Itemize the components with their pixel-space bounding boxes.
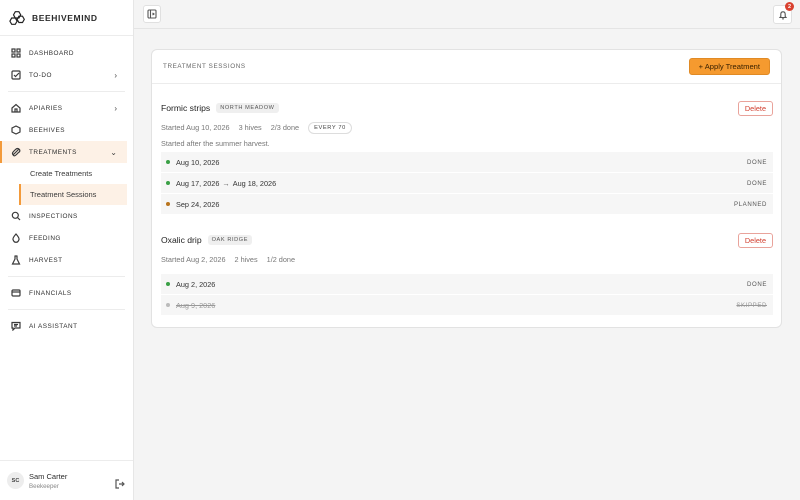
card-icon — [11, 288, 21, 298]
frequency-pill: EVERY 70 — [308, 121, 352, 134]
sidebar-item-label: INSPECTIONS — [29, 212, 78, 220]
sidebar-item-label: BEEHIVES — [29, 126, 65, 134]
sidebar-item-label: HARVEST — [29, 256, 63, 264]
sidebar-item-label: APIARIES — [29, 104, 63, 112]
avatar[interactable]: SC — [7, 472, 24, 489]
session-name: Oxalic drip — [161, 235, 202, 245]
brand-name: BEEHIVEMIND — [32, 12, 98, 23]
sidebar-toggle-icon — [147, 9, 157, 19]
card-title: TREATMENT SESSIONS — [163, 63, 246, 70]
row-status: DONE — [746, 158, 767, 166]
session-progress: 2/3 done — [270, 123, 300, 132]
chevron-right-icon: › — [114, 70, 117, 80]
session-note: Started after the summer harvest. — [161, 139, 270, 148]
session-row[interactable]: Aug 17, 2026 → Aug 18, 2026 DONE — [161, 173, 773, 193]
bell-icon — [778, 10, 787, 19]
row-status: DONE — [746, 280, 767, 288]
user-name: Sam Carter — [29, 471, 68, 481]
row-status: SKIPPED — [736, 301, 767, 309]
topbar: 2 — [134, 0, 800, 29]
session-name: Formic strips — [161, 103, 211, 113]
session-started: Started Aug 10, 2026 — [161, 123, 230, 132]
row-date: Sep 24, 2026 — [176, 199, 220, 209]
divider — [8, 91, 125, 92]
location-chip: OAK RIDGE — [207, 235, 253, 245]
row-status: DONE — [746, 179, 767, 187]
brand[interactable]: BEEHIVEMIND — [0, 0, 133, 36]
session-hives: 3 hives — [238, 123, 262, 132]
status-dot — [166, 160, 170, 164]
logout-icon[interactable] — [115, 476, 125, 489]
sidebar-item-feeding[interactable]: FEEDING — [0, 227, 127, 249]
checkbox-icon — [11, 70, 21, 80]
sidebar-item-label: TREATMENTS — [29, 148, 77, 156]
sidebar-subitem-treatment-sessions[interactable]: Treatment Sessions — [19, 184, 127, 205]
notification-badge: 2 — [785, 2, 794, 11]
sidebar-item-financials[interactable]: FINANCIALS — [0, 282, 127, 304]
session-progress: 1/2 done — [266, 255, 296, 264]
row-date: Aug 2, 2026 — [176, 279, 216, 289]
session-hives: 2 hives — [234, 255, 258, 264]
divider — [8, 309, 125, 310]
row-date-range: Aug 17, 2026 → Aug 18, 2026 — [176, 179, 747, 188]
chevron-right-icon: › — [114, 103, 117, 113]
sidebar-item-label: AI ASSISTANT — [29, 322, 78, 330]
pill-icon — [11, 147, 21, 157]
user-role: Beekeeper — [29, 482, 59, 490]
status-dot — [166, 202, 170, 206]
row-status: PLANNED — [734, 200, 767, 208]
sidebar-item-label: TO-DO — [29, 71, 52, 79]
arrow-right-icon: → — [222, 178, 230, 188]
delete-session-button[interactable]: Delete — [737, 232, 773, 248]
session-rows: Aug 2, 2026 DONE Aug 9, 2026 SKIPPED — [161, 274, 773, 315]
grid-icon — [11, 48, 21, 58]
status-dot — [166, 282, 170, 286]
divider — [8, 276, 125, 277]
session-row[interactable]: Aug 9, 2026 SKIPPED — [161, 295, 773, 315]
apply-treatment-button[interactable]: + Apply Treatment — [688, 58, 770, 75]
sidebar-item-label: FINANCIALS — [29, 289, 72, 297]
house-icon — [11, 103, 21, 113]
hexagon-icon — [11, 125, 21, 135]
sidebar-toggle-button[interactable] — [143, 5, 161, 23]
sidebar-item-harvest[interactable]: HARVEST — [0, 249, 127, 271]
status-dot — [166, 303, 170, 307]
search-icon — [11, 211, 21, 221]
chevron-down-icon: ⌄ — [110, 147, 117, 157]
location-chip: NORTH MEADOW — [216, 103, 279, 113]
treatment-sessions-card: TREATMENT SESSIONS + Apply Treatment For… — [151, 49, 782, 328]
sidebar-item-label: DASHBOARD — [29, 49, 74, 57]
session-row[interactable]: Sep 24, 2026 PLANNED — [161, 194, 773, 214]
flask-icon — [11, 255, 21, 265]
session-started: Started Aug 2, 2026 — [161, 255, 226, 264]
session-card: Oxalic drip OAK RIDGE Delete Started Aug… — [161, 232, 773, 316]
sidebar-item-todo[interactable]: TO-DO › — [0, 64, 127, 86]
row-end-date: Aug 18, 2026 — [232, 178, 277, 188]
sidebar: BEEHIVEMIND DASHBOARD TO-DO › APIARIES ›… — [0, 0, 134, 500]
status-dot — [166, 181, 170, 185]
sidebar-item-treatments[interactable]: TREATMENTS ⌄ — [0, 141, 127, 163]
sidebar-item-beehives[interactable]: BEEHIVES — [0, 119, 127, 141]
chat-icon — [11, 321, 21, 331]
session-card: Formic strips NORTH MEADOW Delete Starte… — [161, 100, 773, 215]
row-date: Aug 9, 2026 — [176, 300, 216, 310]
sidebar-item-apiaries[interactable]: APIARIES › — [0, 97, 127, 119]
session-row[interactable]: Aug 10, 2026 DONE — [161, 152, 773, 172]
sidebar-subitem-create-treatments[interactable]: Create Treatments — [0, 163, 127, 184]
sidebar-item-dashboard[interactable]: DASHBOARD — [0, 42, 127, 64]
sidebar-item-label: FEEDING — [29, 234, 61, 242]
drop-icon — [11, 233, 21, 243]
session-row[interactable]: Aug 2, 2026 DONE — [161, 274, 773, 294]
user-profile: SC Sam Carter Beekeeper — [0, 460, 133, 500]
row-date: Aug 10, 2026 — [176, 157, 220, 167]
sidebar-item-ai-assistant[interactable]: AI ASSISTANT — [0, 315, 127, 337]
session-rows: Aug 10, 2026 DONE Aug 17, 2026 → Aug 18, 2… — [161, 152, 773, 214]
hive-logo-icon — [9, 10, 25, 25]
row-date: Aug 17, 2026 — [176, 178, 220, 188]
notifications-button[interactable]: 2 — [773, 2, 794, 24]
delete-session-button[interactable]: Delete — [737, 100, 773, 116]
sidebar-item-inspections[interactable]: INSPECTIONS — [0, 205, 127, 227]
